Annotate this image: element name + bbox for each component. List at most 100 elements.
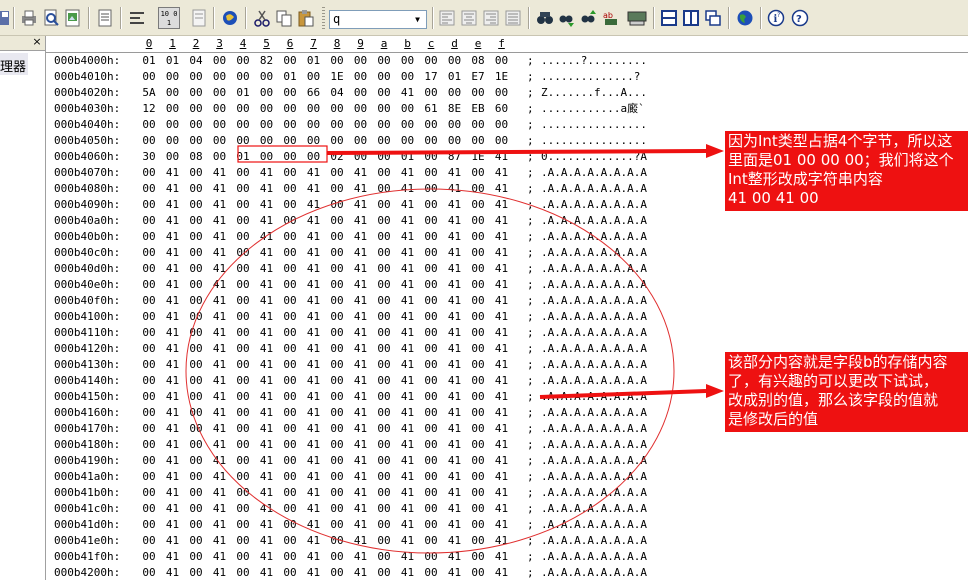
hex-byte[interactable]: 00 [471,117,485,133]
hex-byte[interactable]: 00 [471,197,485,213]
hex-byte[interactable]: 00 [307,101,321,117]
hex-byte[interactable]: 00 [189,117,203,133]
hex-byte[interactable]: 61 [424,101,438,117]
hex-byte[interactable]: 41 [448,325,462,341]
hex-byte[interactable]: 00 [424,357,438,373]
hex-byte[interactable]: 00 [236,565,250,581]
hex-byte[interactable]: 41 [401,517,415,533]
hex-byte[interactable]: 00 [213,133,227,149]
hex-byte[interactable]: 41 [401,501,415,517]
hex-byte[interactable]: 00 [377,373,391,389]
hex-byte[interactable]: 00 [330,117,344,133]
hex-byte[interactable]: 41 [213,469,227,485]
hex-byte[interactable]: 00 [283,85,297,101]
search-input[interactable]: q ▼ [329,10,427,29]
hex-byte[interactable]: 41 [213,213,227,229]
hex-byte[interactable]: 00 [236,437,250,453]
hex-byte[interactable]: EB [471,101,485,117]
hex-byte[interactable]: 41 [307,453,321,469]
hex-byte[interactable]: 00 [283,53,297,69]
hex-byte[interactable]: 00 [213,53,227,69]
hex-byte[interactable]: 41 [213,517,227,533]
hex-byte[interactable]: 00 [142,245,156,261]
hex-byte[interactable]: 00 [189,101,203,117]
hex-byte[interactable]: 00 [330,421,344,437]
hex-byte[interactable]: 41 [495,245,509,261]
hex-byte[interactable]: 00 [377,453,391,469]
hex-byte[interactable]: 41 [213,549,227,565]
hex-byte[interactable]: 00 [236,405,250,421]
hex-byte[interactable]: 00 [424,421,438,437]
hex-byte[interactable]: 12 [142,101,156,117]
hex-byte[interactable]: 41 [260,485,274,501]
hex-byte[interactable]: 00 [377,181,391,197]
hex-byte[interactable]: 41 [354,549,368,565]
hex-byte[interactable]: 00 [377,565,391,581]
hex-byte[interactable]: 00 [307,149,321,165]
hex-byte[interactable]: 41 [448,501,462,517]
hex-byte[interactable]: 41 [213,453,227,469]
hex-byte[interactable]: 41 [307,549,321,565]
hex-byte[interactable]: 41 [354,453,368,469]
hex-byte[interactable]: 00 [471,501,485,517]
hex-byte[interactable]: 41 [495,293,509,309]
hex-row-ascii[interactable]: .A.A.A.A.A.A.A.A [541,165,647,181]
hex-byte[interactable]: 00 [142,309,156,325]
hex-byte[interactable]: 00 [142,293,156,309]
replace-icon[interactable]: ab [602,9,620,27]
hex-byte[interactable]: 00 [471,437,485,453]
hex-byte[interactable]: 00 [354,149,368,165]
hex-byte[interactable]: 00 [330,181,344,197]
hex-byte[interactable]: 00 [283,213,297,229]
hex-byte[interactable]: 04 [189,53,203,69]
hex-byte[interactable]: 00 [189,197,203,213]
hex-byte[interactable]: 00 [495,85,509,101]
hex-byte[interactable]: 41 [354,165,368,181]
hex-byte[interactable]: 41 [448,165,462,181]
hex-byte[interactable]: 00 [330,405,344,421]
hex-byte[interactable]: 41 [213,341,227,357]
hex-byte[interactable]: 00 [189,293,203,309]
hex-byte[interactable]: 41 [166,405,180,421]
hex-byte[interactable]: 41 [213,405,227,421]
hex-byte[interactable]: 41 [166,341,180,357]
hex-byte[interactable]: 00 [424,373,438,389]
hex-byte[interactable]: 01 [283,69,297,85]
hex-byte[interactable]: 00 [377,341,391,357]
hex-byte[interactable]: 41 [448,293,462,309]
hex-byte[interactable]: 41 [448,437,462,453]
hex-byte[interactable]: 00 [283,485,297,501]
hex-byte[interactable]: 00 [424,261,438,277]
hex-byte[interactable]: 41 [495,277,509,293]
hex-byte[interactable]: 00 [330,213,344,229]
hex-byte[interactable]: 41 [448,453,462,469]
hex-byte[interactable]: 00 [283,533,297,549]
hex-byte[interactable]: 00 [189,213,203,229]
hex-byte[interactable]: 41 [401,357,415,373]
hex-byte[interactable]: 41 [495,261,509,277]
hex-byte[interactable]: 00 [236,213,250,229]
hex-byte[interactable]: 00 [495,133,509,149]
hex-byte[interactable]: 41 [495,213,509,229]
hex-byte[interactable]: 00 [142,277,156,293]
hex-byte[interactable]: 00 [236,357,250,373]
find-icon[interactable] [536,9,554,27]
hex-byte[interactable]: 1E [471,149,485,165]
hex-byte[interactable]: 00 [377,469,391,485]
hex-byte[interactable]: 00 [471,549,485,565]
hex-byte[interactable]: 00 [424,53,438,69]
hex-row-ascii[interactable]: .A.A.A.A.A.A.A.A [541,325,647,341]
hex-byte[interactable]: 00 [166,85,180,101]
hex-byte[interactable]: 00 [471,85,485,101]
hex-byte[interactable]: 00 [189,69,203,85]
align-right-icon[interactable] [482,9,500,27]
hex-byte[interactable]: 00 [166,149,180,165]
hex-byte[interactable]: 41 [495,533,509,549]
hex-byte[interactable]: 00 [236,389,250,405]
hex-byte[interactable]: 41 [260,325,274,341]
hex-byte[interactable]: 00 [471,565,485,581]
hex-byte[interactable]: 00 [377,101,391,117]
hex-byte[interactable]: 00 [283,197,297,213]
hex-byte[interactable]: 00 [330,437,344,453]
hex-byte[interactable]: 00 [354,117,368,133]
